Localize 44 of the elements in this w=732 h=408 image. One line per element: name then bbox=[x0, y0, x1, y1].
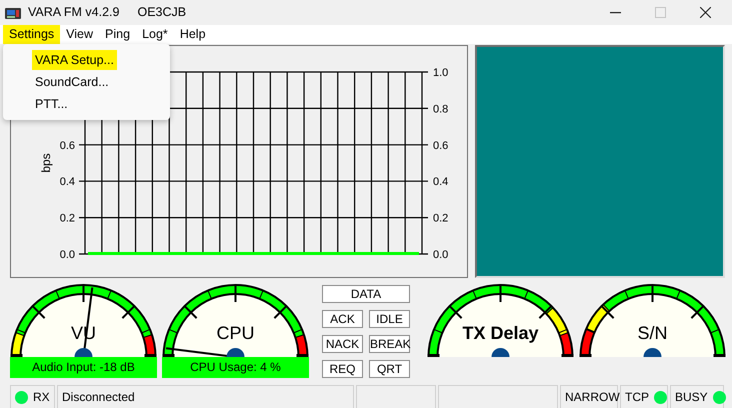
axis-label: 0.6 bbox=[433, 140, 448, 152]
command-button[interactable]: IDLE bbox=[369, 310, 410, 328]
window-title: VARA FM v4.2.9 bbox=[28, 4, 120, 22]
axis-label: 1.0 bbox=[433, 67, 448, 79]
axis-label: 0.4 bbox=[433, 176, 448, 188]
axis-label: 0.2 bbox=[60, 212, 75, 225]
axis-label: 0.2 bbox=[433, 212, 448, 225]
menu-item[interactable]: View bbox=[60, 25, 100, 44]
axis-label: 0.0 bbox=[433, 249, 448, 261]
command-button[interactable]: BREAK bbox=[369, 335, 410, 353]
menu-item[interactable]: Log* bbox=[136, 25, 174, 44]
gauge-reading: CPU Usage: 4 % bbox=[162, 357, 309, 378]
command-button[interactable]: NACK bbox=[322, 335, 363, 353]
minimize-icon[interactable] bbox=[610, 12, 621, 14]
menu-item[interactable]: Help bbox=[174, 25, 212, 44]
menu-item[interactable]: Ping bbox=[99, 25, 136, 44]
status-text: Disconnected bbox=[57, 385, 354, 408]
gauge-title: S/N bbox=[638, 323, 668, 343]
command-button[interactable]: QRT bbox=[369, 360, 410, 378]
callsign-label: OE3CJB bbox=[137, 4, 186, 22]
axis-title: bps bbox=[39, 153, 53, 173]
axis-label: 0.0 bbox=[60, 249, 75, 261]
close-icon[interactable] bbox=[700, 7, 711, 18]
needle-hub bbox=[74, 348, 92, 357]
status-text: TCP bbox=[625, 389, 649, 406]
command-button[interactable]: ACK bbox=[322, 310, 363, 328]
axis-label: 0.6 bbox=[60, 140, 75, 152]
menu-item[interactable]: VARA Setup... bbox=[32, 50, 117, 70]
status-text: RX bbox=[33, 389, 50, 406]
needle-hub bbox=[226, 348, 244, 357]
command-button[interactable]: REQ bbox=[322, 360, 363, 378]
status-text: NARROW bbox=[560, 385, 618, 408]
gauge-title: CPU bbox=[216, 323, 254, 343]
menu-item[interactable]: Settings bbox=[3, 25, 60, 44]
gauge-title: TX Delay bbox=[462, 323, 539, 343]
gauge-reading: Audio Input: -18 dB bbox=[10, 357, 157, 378]
menu-item[interactable]: SoundCard... bbox=[32, 72, 112, 92]
axis-label: 0.8 bbox=[433, 103, 448, 116]
axis-label: 0.4 bbox=[60, 176, 75, 188]
menu-item[interactable]: PTT... bbox=[32, 94, 71, 114]
command-button[interactable]: DATA bbox=[322, 285, 410, 303]
needle-hub bbox=[644, 348, 662, 357]
status-text: BUSY bbox=[675, 389, 708, 406]
needle-hub bbox=[492, 348, 510, 357]
